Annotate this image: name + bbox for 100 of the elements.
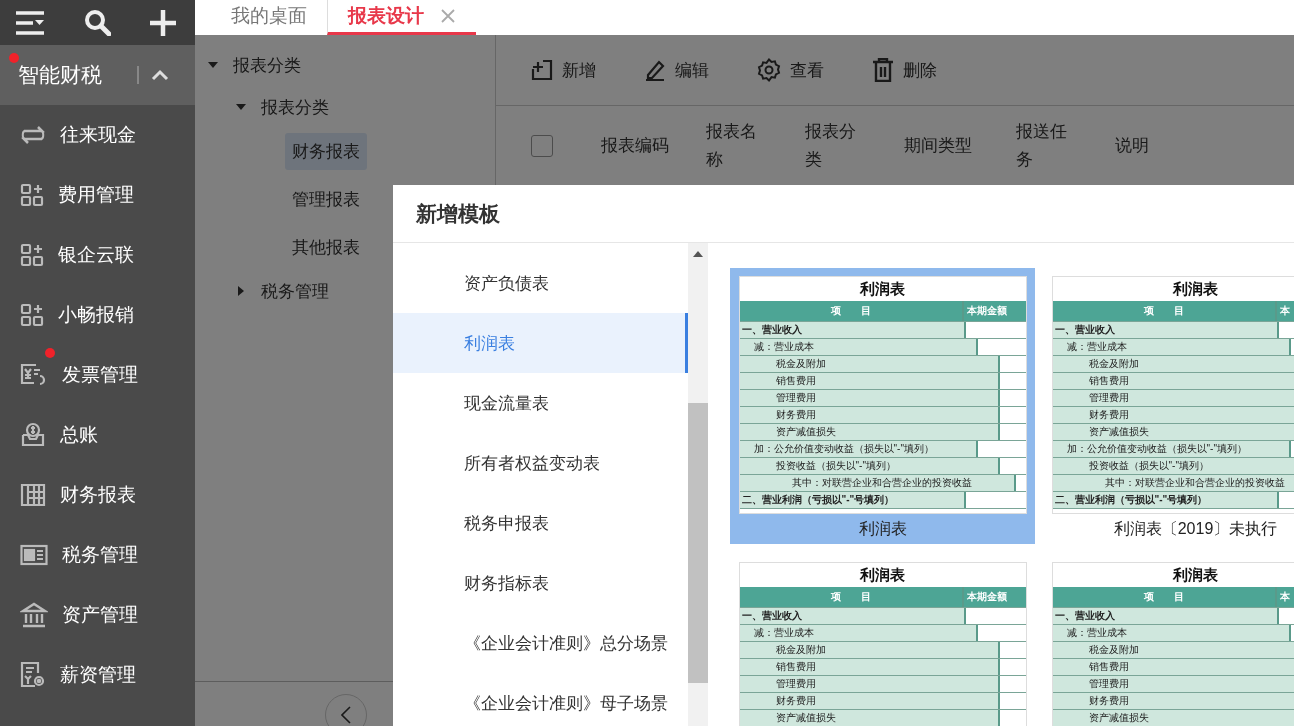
gear-icon — [757, 58, 781, 82]
preview-cell: 资产减值损失 — [739, 710, 1000, 726]
template-card[interactable]: 利润表 项 目 本 一、营业收入 减：营业成本 税金及附加 销售费用 管理费用 财务费用 资产减值损失 加：公允价值变动收益（损失以"-"填列） 投资收益（损失以"-"填列） 其中：对联营企业和合营企业的投资收益 二、营业利润（亏损以"-"号填列） 利润表〔2019〕未执行 — [1043, 268, 1294, 544]
category-item[interactable]: 资产负债表 — [393, 253, 688, 313]
tab[interactable]: 报表设计 — [327, 0, 476, 35]
preview-cell: 减：营业成本 — [1052, 339, 1291, 355]
preview-cell: 税金及附加 — [1052, 356, 1294, 372]
category-item[interactable]: 财务指标表 — [393, 553, 688, 613]
category-item[interactable]: 税务申报表 — [393, 493, 688, 553]
tree-item[interactable]: 报表分类 — [195, 43, 495, 87]
preview-cell: 一、营业收入 — [739, 608, 966, 624]
preview-cell: 管理费用 — [1052, 676, 1294, 692]
toolbar-button[interactable]: 删除 — [872, 58, 937, 82]
money-tray-icon — [20, 422, 46, 448]
sidebar-item[interactable]: 往来现金 — [0, 105, 195, 165]
report-book-icon — [20, 482, 46, 508]
apps-plus-icon — [20, 243, 44, 267]
preview-cell: 加：公允价值变动收益（损失以"-"填列） — [1052, 441, 1291, 457]
preview-cell: 税金及附加 — [1052, 642, 1294, 658]
column-header: 期间类型 — [904, 135, 973, 157]
apps-plus-icon — [20, 303, 44, 327]
menu-icon[interactable] — [15, 9, 45, 36]
preview-cell: 销售费用 — [739, 373, 1000, 389]
invoice-icon — [20, 362, 48, 388]
preview-cell: 减：营业成本 — [1052, 625, 1291, 641]
sidebar-item[interactable]: 发票管理 — [0, 345, 195, 405]
template-caption: 利润表〔2019〕未执行 — [1113, 519, 1278, 539]
sidebar-item[interactable]: 费用管理 — [0, 165, 195, 225]
sidebar-item[interactable]: 税务管理 — [0, 525, 195, 585]
preview-cell: 一、营业收入 — [1052, 608, 1279, 624]
category-item[interactable]: 现金流量表 — [393, 373, 688, 433]
checkbox[interactable] — [531, 135, 553, 157]
preview-cell: 管理费用 — [739, 676, 1000, 692]
preview-cell: 资产减值损失 — [1052, 424, 1294, 440]
preview-cell: 销售费用 — [1052, 373, 1294, 389]
sidebar-item[interactable]: 财务报表 — [0, 465, 195, 525]
pencil-icon — [644, 59, 666, 81]
category-item[interactable]: 利润表 — [393, 313, 688, 373]
tree-item[interactable]: 报表分类 — [195, 87, 495, 127]
category-item[interactable]: 《企业会计准则》母子场景 — [393, 673, 688, 726]
tab[interactable]: 我的桌面 — [211, 0, 327, 35]
preview-title: 利润表 — [1172, 565, 1219, 585]
preview-title: 利润表 — [859, 279, 906, 299]
scrollbar-thumb[interactable] — [688, 403, 708, 683]
preview-cell: 管理费用 — [1052, 390, 1294, 406]
preview-cell: 销售费用 — [1052, 659, 1294, 675]
group-label: 智能财税 — [18, 62, 102, 88]
chevron-left-icon — [341, 706, 351, 724]
scroll-up-icon[interactable] — [693, 251, 703, 257]
apps-plus-icon — [20, 183, 44, 207]
preview-cell: 其中：对联营企业和合营企业的投资收益 — [1052, 475, 1294, 491]
dialog-title: 新增模板 — [416, 200, 500, 227]
preview-header-cell-text: 本 — [1278, 304, 1291, 318]
template-card[interactable]: 利润表 项 目 本期金额 一、营业收入 减：营业成本 税金及附加 销售费用 管理费用 财务费用 资产减值损失 加：公允价值变动收益（损失以"-"填列） 投资收益（损失以"-"填列） 其中：对联营企业和合营企业的投资收益 二、营业利润（亏损以"-"号填列） 利润表 — [730, 268, 1035, 544]
column-header: 说明 — [1115, 135, 1150, 157]
preview-cell: 其中：对联营企业和合营企业的投资收益 — [739, 475, 1016, 491]
preview-cell: 资产减值损失 — [1052, 710, 1294, 726]
preview-cell: 投资收益（损失以"-"填列） — [1052, 458, 1294, 474]
preview-cell: 减：营业成本 — [739, 625, 978, 641]
scrollbar[interactable] — [688, 243, 708, 726]
sidebar-group-header[interactable]: 智能财税 — [0, 45, 195, 105]
preview-cell: 二、营业利润（亏损以"-"号填列） — [739, 492, 966, 508]
preview-cell: 财务费用 — [739, 407, 1000, 423]
sidebar-item[interactable]: 薪资管理 — [0, 645, 195, 705]
column-header: 报送任务 — [1016, 121, 1068, 171]
toolbar-button[interactable]: 新增 — [531, 58, 596, 82]
tree-item[interactable]: 其他报表 — [285, 228, 367, 266]
collapse-button[interactable] — [325, 694, 367, 726]
sidebar-item[interactable]: 银企云联 — [0, 225, 195, 285]
preview-cell: 财务费用 — [739, 693, 1000, 709]
preview-cell: 财务费用 — [1052, 407, 1294, 423]
sidebar-item[interactable]: 总账 — [0, 405, 195, 465]
category-item[interactable]: 所有者权益变动表 — [393, 433, 688, 493]
column-header: 报表名称 — [706, 121, 758, 171]
sidebar-item[interactable]: 小畅报销 — [0, 285, 195, 345]
preview-cell: 加：公允价值变动收益（损失以"-"填列） — [739, 441, 978, 457]
plus-icon[interactable] — [149, 8, 177, 37]
chevron-icon[interactable] — [151, 69, 169, 81]
column-header: 报表编码 — [601, 135, 670, 157]
preview-header-cell-text: 本 — [1278, 590, 1291, 604]
preview-header-cell-text: 本期金额 — [965, 590, 1008, 604]
search-icon[interactable] — [83, 9, 111, 36]
tree-item[interactable]: 财务报表 — [285, 132, 367, 170]
preview-cell: 财务费用 — [1052, 693, 1294, 709]
category-item[interactable]: 《企业会计准则》总分场景 — [393, 613, 688, 673]
template-caption: 利润表 — [858, 519, 907, 539]
preview-cell: 投资收益（损失以"-"填列） — [739, 458, 1000, 474]
preview-cell: 销售费用 — [739, 659, 1000, 675]
toolbar-button[interactable]: 编辑 — [644, 58, 709, 82]
preview-cell: 一、营业收入 — [739, 322, 966, 338]
template-card[interactable]: 利润表 项 目 本 一、营业收入 减：营业成本 税金及附加 销售费用 管理费用 财务费用 资产减值损失 — [1043, 554, 1294, 726]
preview-cell: 税金及附加 — [739, 642, 1000, 658]
toolbar-button[interactable]: 查看 — [757, 58, 824, 82]
sidebar-item[interactable]: 资产管理 — [0, 585, 195, 645]
preview-title: 利润表 — [1172, 279, 1219, 299]
template-card[interactable]: 利润表 项 目 本期金额 一、营业收入 减：营业成本 税金及附加 销售费用 管理费用 财务费用 资产减值损失 — [730, 554, 1035, 726]
preview-cell: 一、营业收入 — [1052, 322, 1279, 338]
trash-icon — [872, 58, 894, 82]
tax-card-icon — [20, 544, 48, 566]
tree-item[interactable]: 管理报表 — [285, 180, 367, 218]
